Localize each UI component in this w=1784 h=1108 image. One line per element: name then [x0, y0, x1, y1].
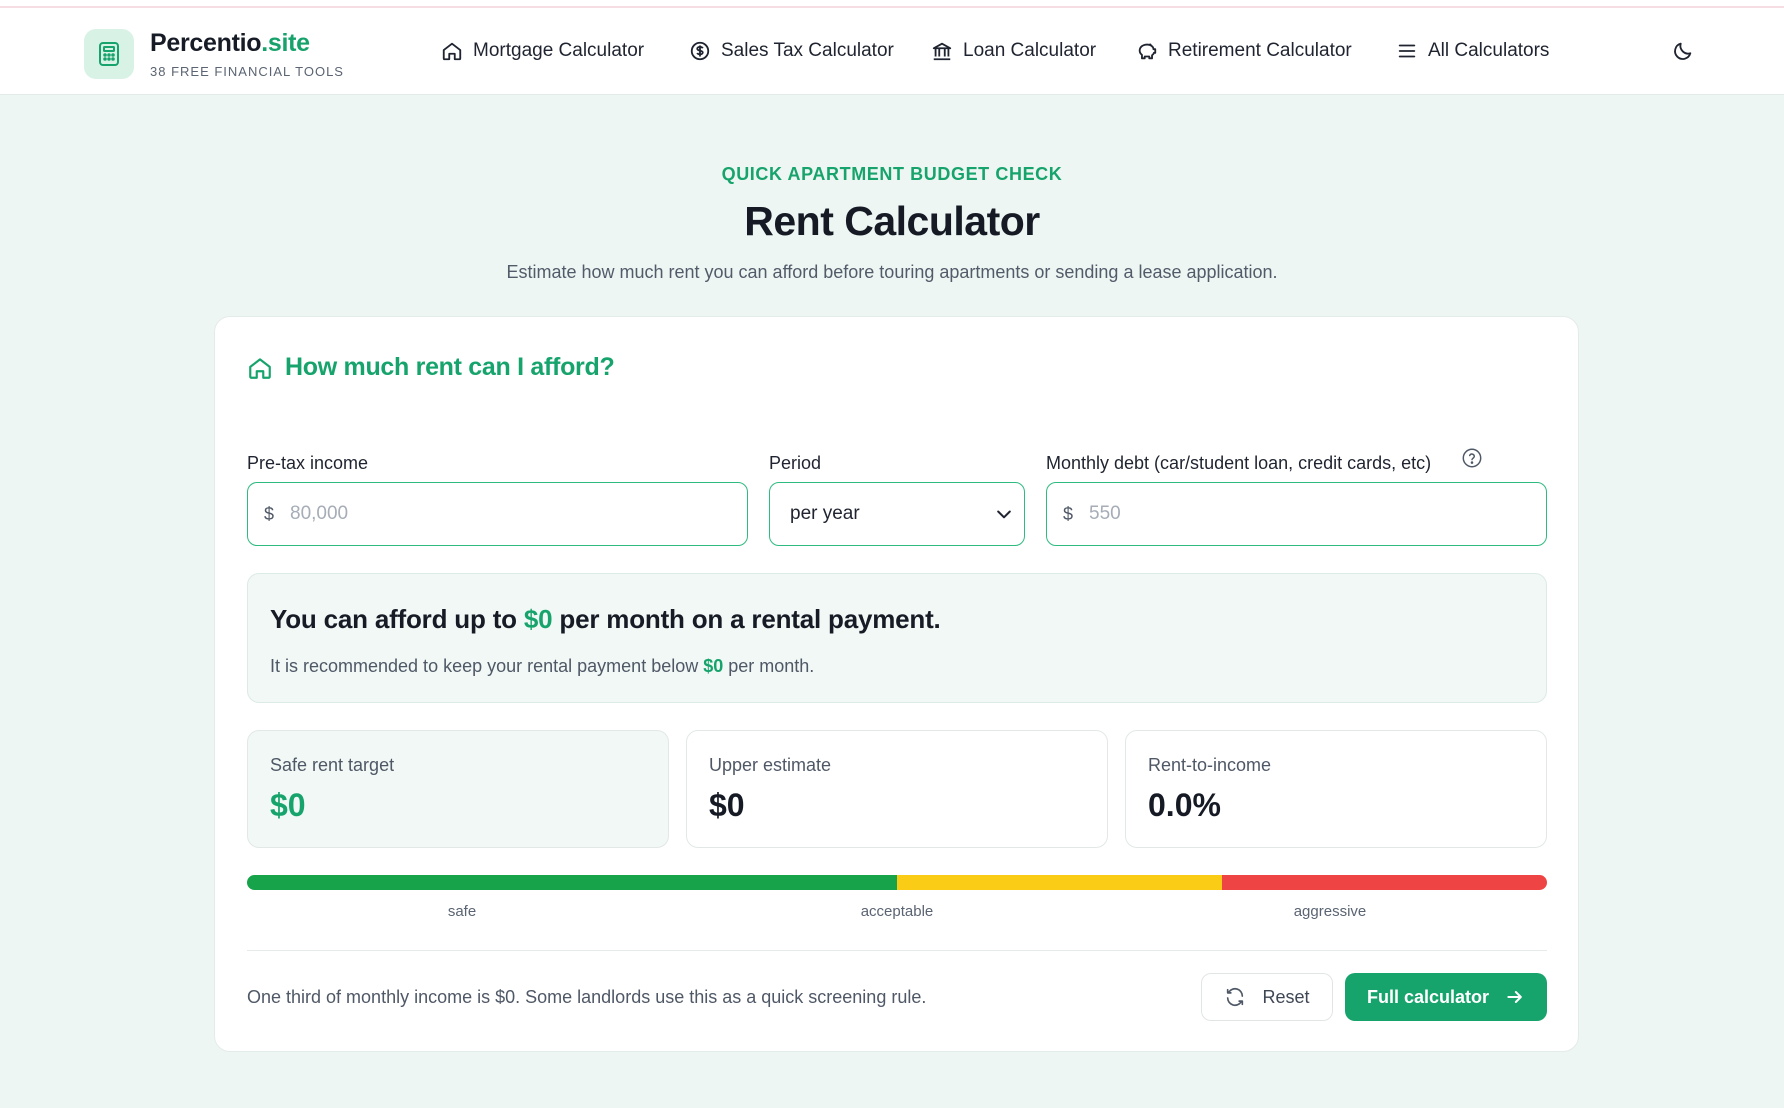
income-currency-prefix: $ [264, 503, 275, 524]
affordability-scale-bar [247, 875, 1547, 890]
upper-estimate-value: $0 [709, 787, 745, 823]
calculator-icon [84, 28, 134, 79]
scale-label-acceptable: acceptable [860, 903, 934, 920]
divider [247, 950, 1547, 951]
rent-calculator-card: How much rent can I afford? Pre-tax inco… [214, 316, 1579, 1052]
stat-safe-rent-target: Safe rent target $0 [247, 730, 669, 848]
nav-sales-tax-calculator[interactable]: Sales Tax Calculator [689, 38, 894, 64]
scale-segment-acceptable [897, 875, 1222, 890]
period-select[interactable]: per year [769, 482, 1025, 546]
nav-retirement-calculator[interactable]: Retirement Calculator [1136, 38, 1352, 64]
scale-segment-aggressive [1222, 875, 1547, 890]
page-subtitle: Estimate how much rent you can afford be… [506, 262, 1278, 282]
site-header: Percentio.site 38 FREE FINANCIAL TOOLS M… [0, 8, 1784, 95]
refresh-icon [1227, 988, 1244, 1006]
scale-segment-safe [247, 875, 897, 890]
brand[interactable]: Percentio.site 38 FREE FINANCIAL TOOLS [84, 28, 344, 79]
house-icon [442, 42, 462, 61]
arrow-right-icon [1507, 991, 1522, 1003]
scale-label-aggressive: aggressive [1293, 903, 1367, 920]
house-icon [249, 357, 271, 379]
stat-upper-estimate: Upper estimate $0 [686, 730, 1108, 848]
nav-all-calculators[interactable]: All Calculators [1396, 38, 1549, 64]
income-label: Pre-tax income [247, 453, 369, 473]
brand-name: Percentio.site [150, 29, 310, 57]
recommended-amount: $0 [703, 656, 724, 676]
stat-rent-to-income: Rent-to-income 0.0% [1125, 730, 1547, 848]
bank-icon [932, 42, 952, 61]
result-headline: You can afford up to $0 per month on a r… [270, 604, 941, 634]
menu-icon [1398, 44, 1416, 58]
nav-mortgage-calculator[interactable]: Mortgage Calculator [441, 38, 644, 64]
safe-rent-value: $0 [270, 787, 306, 823]
card-header: How much rent can I afford? [247, 353, 615, 382]
debt-currency-prefix: $ [1063, 503, 1074, 524]
full-calculator-button[interactable]: Full calculator [1345, 973, 1547, 1021]
page-title: Rent Calculator [744, 198, 1040, 244]
debt-label: Monthly debt (car/student loan, credit c… [1046, 453, 1432, 473]
period-selected-value: per year [790, 503, 860, 524]
rent-to-income-value: 0.0% [1148, 787, 1221, 823]
result-recommendation: It is recommended to keep your rental pa… [270, 656, 815, 676]
card-title: How much rent can I afford? [285, 353, 615, 381]
moon-icon [1674, 42, 1692, 60]
question-circle-icon[interactable] [1461, 447, 1483, 469]
debt-input[interactable] [1089, 503, 1514, 525]
brand-tagline: 38 FREE FINANCIAL TOOLS [150, 64, 344, 79]
reset-button[interactable]: Reset [1201, 973, 1333, 1021]
affordability-result: You can afford up to $0 per month on a r… [247, 573, 1547, 703]
chevron-down-icon [997, 510, 1011, 519]
scale-label-safe: safe [447, 903, 477, 920]
income-input[interactable] [290, 503, 715, 525]
screening-rule-note: One third of monthly income is $0. Some … [247, 987, 927, 1007]
income-field[interactable]: $ [247, 482, 748, 546]
page-eyebrow: QUICK APARTMENT BUDGET CHECK [721, 164, 1063, 184]
piggy-bank-icon [1138, 43, 1157, 60]
top-accent-line [0, 0, 1784, 8]
debt-field[interactable]: $ [1046, 482, 1547, 546]
result-amount: $0 [523, 604, 553, 634]
period-label: Period [769, 453, 822, 473]
nav-loan-calculator[interactable]: Loan Calculator [931, 38, 1096, 64]
theme-toggle-button[interactable] [1670, 38, 1696, 64]
dollar-circle-icon [690, 41, 710, 61]
